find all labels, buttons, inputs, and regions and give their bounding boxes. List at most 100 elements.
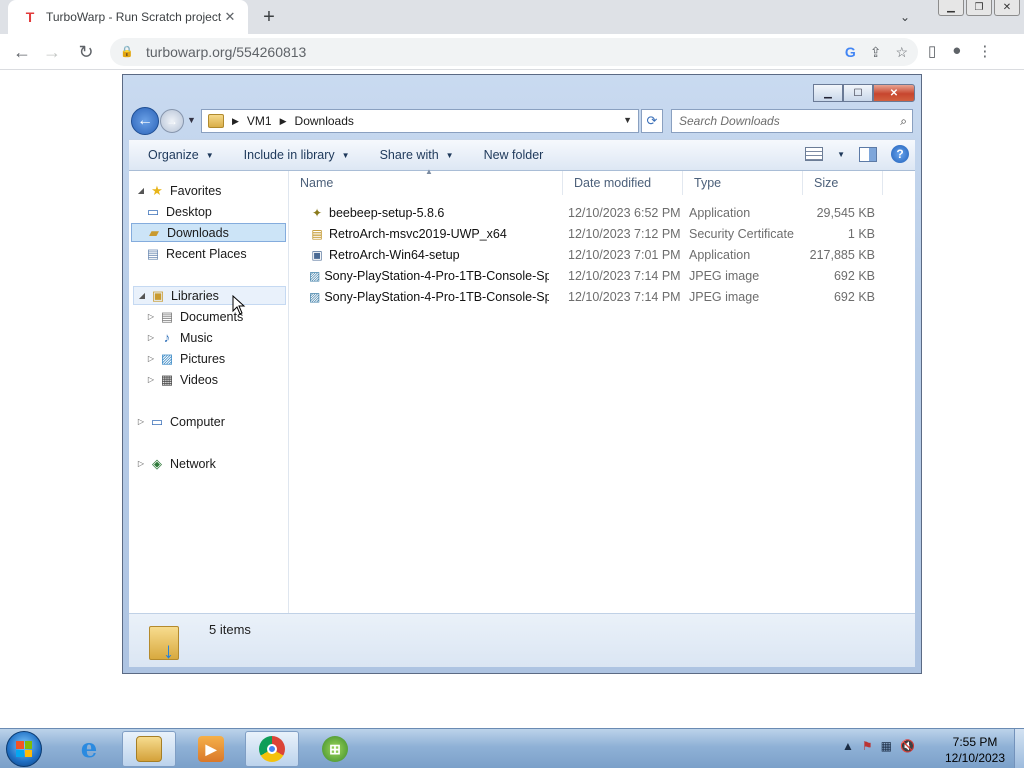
- taskbar-chrome[interactable]: [245, 731, 299, 767]
- nav-network[interactable]: ▷ ◈ Network: [135, 454, 285, 473]
- share-icon[interactable]: ⇪: [870, 44, 882, 61]
- help-icon[interactable]: ?: [891, 145, 909, 163]
- search-input[interactable]: [679, 114, 879, 128]
- expand-arrow-icon[interactable]: ▷: [145, 375, 157, 384]
- taskbar-file-explorer[interactable]: [122, 731, 176, 767]
- forward-arrow-icon[interactable]: →: [40, 40, 64, 64]
- nav-videos-label: Videos: [180, 372, 218, 387]
- image-icon: ▨: [309, 290, 321, 304]
- show-desktop-button[interactable]: [1014, 729, 1024, 768]
- expand-arrow-icon[interactable]: ▷: [135, 459, 147, 468]
- nav-videos[interactable]: ▷ ▦ Videos: [145, 370, 285, 389]
- show-hidden-icons-arrow-icon[interactable]: ▲: [842, 739, 854, 753]
- nav-recent-places[interactable]: ▤ Recent Places: [143, 244, 283, 263]
- profile-avatar-icon[interactable]: ●: [952, 42, 961, 60]
- documents-icon: ▤: [160, 308, 174, 324]
- back-arrow-icon[interactable]: ←: [131, 107, 159, 135]
- search-icon[interactable]: ⌕: [900, 114, 907, 129]
- desktop-icon: ▭: [146, 203, 160, 219]
- details-pane: ↓ 5 items: [129, 613, 915, 667]
- bookmark-star-icon[interactable]: ☆: [895, 44, 908, 61]
- address-dropdown-icon[interactable]: ▼: [623, 115, 632, 125]
- side-panel-icon[interactable]: ▯: [928, 42, 936, 60]
- address-bar[interactable]: 🔒 turbowarp.org/554260813 G ⇪ ☆: [110, 38, 918, 66]
- tab-close-icon[interactable]: ✕: [222, 9, 238, 25]
- file-date: 12/10/2023 6:52 PM: [568, 206, 681, 220]
- file-row[interactable]: ▨ Sony-PlayStation-4-Pro-1TB-Console-Sp..…: [289, 266, 915, 287]
- file-date: 12/10/2023 7:14 PM: [568, 290, 681, 304]
- collapse-arrow-icon[interactable]: ◢: [136, 291, 148, 300]
- change-view-icon[interactable]: [805, 147, 824, 161]
- certificate-icon: ▤: [311, 227, 323, 241]
- action-center-flag-icon[interactable]: ⚑: [862, 739, 873, 753]
- close-icon[interactable]: ✕: [994, 0, 1020, 16]
- system-tray: ▲ ⚑ ▦ 🔇: [842, 739, 915, 753]
- column-header-size[interactable]: Size: [803, 171, 883, 195]
- file-row[interactable]: ▨ Sony-PlayStation-4-Pro-1TB-Console-Sp..…: [289, 287, 915, 308]
- include-in-library-menu[interactable]: Include in library ▼: [225, 140, 361, 170]
- minimize-icon[interactable]: ▁: [813, 84, 843, 102]
- nav-favorites[interactable]: ◢ ★ Favorites: [135, 181, 285, 200]
- nav-documents[interactable]: ▷ ▤ Documents: [145, 307, 285, 326]
- nav-downloads[interactable]: ▰ Downloads: [131, 223, 286, 242]
- view-dropdown-icon[interactable]: ▼: [837, 150, 845, 159]
- back-arrow-icon[interactable]: ←: [10, 40, 34, 64]
- column-header-date-modified[interactable]: Date modified: [563, 171, 683, 195]
- nav-music[interactable]: ▷ ♪ Music: [145, 328, 285, 347]
- file-name: Sony-PlayStation-4-Pro-1TB-Console-Sp...: [324, 290, 549, 304]
- share-with-menu[interactable]: Share with ▼: [361, 140, 465, 170]
- nav-computer[interactable]: ▷ ▭ Computer: [135, 412, 285, 431]
- breadcrumb-downloads[interactable]: Downloads: [295, 114, 354, 128]
- dropdown-arrow-icon: ▼: [341, 150, 350, 160]
- minimize-icon[interactable]: ▁: [938, 0, 964, 16]
- taskbar-windows-app[interactable]: ⊞: [308, 731, 362, 767]
- column-header-name[interactable]: Name ▲: [289, 167, 563, 195]
- taskbar-media-player[interactable]: ▶: [184, 731, 238, 767]
- collapse-arrow-icon[interactable]: ◢: [135, 186, 147, 195]
- forward-arrow-icon[interactable]: →: [160, 109, 184, 133]
- new-folder-button[interactable]: New folder: [465, 140, 555, 170]
- column-header-type[interactable]: Type: [683, 171, 803, 195]
- breadcrumb-separator-icon[interactable]: ▶: [232, 116, 239, 127]
- file-row[interactable]: ✦ beebeep-setup-5.8.6 12/10/2023 6:52 PM …: [289, 203, 915, 224]
- expand-arrow-icon[interactable]: ▷: [145, 333, 157, 342]
- organize-menu[interactable]: Organize ▼: [129, 140, 225, 170]
- taskbar-internet-explorer[interactable]: e: [62, 731, 116, 767]
- preview-pane-icon[interactable]: [859, 146, 877, 162]
- sort-ascending-icon: ▲: [425, 167, 433, 176]
- breadcrumb-separator-icon[interactable]: ▶: [280, 116, 287, 127]
- expand-arrow-icon[interactable]: ▷: [135, 417, 147, 426]
- nav-desktop[interactable]: ▭ Desktop: [143, 202, 283, 221]
- close-icon[interactable]: ✕: [873, 84, 915, 102]
- refresh-icon[interactable]: ⟳: [641, 109, 663, 133]
- volume-muted-icon[interactable]: 🔇: [900, 739, 915, 753]
- item-count: 5 items: [209, 622, 251, 637]
- breadcrumb-vm1[interactable]: VM1: [247, 114, 272, 128]
- file-row[interactable]: ▤ RetroArch-msvc2019-UWP_x64 12/10/2023 7…: [289, 224, 915, 245]
- recent-pages-dropdown-icon[interactable]: ▼: [187, 115, 196, 125]
- explorer-address-bar[interactable]: ▶ VM1 ▶ Downloads ▼: [201, 109, 639, 133]
- maximize-icon[interactable]: ☐: [843, 84, 873, 102]
- libraries-icon: ▣: [151, 287, 165, 303]
- nav-pictures-label: Pictures: [180, 351, 226, 366]
- column-size-label: Size: [814, 176, 839, 190]
- reload-icon[interactable]: ↻: [74, 40, 98, 64]
- restore-icon[interactable]: ❐: [966, 0, 992, 16]
- nav-pictures[interactable]: ▷ ▨ Pictures: [145, 349, 285, 368]
- expand-arrow-icon[interactable]: ▷: [145, 354, 157, 363]
- browser-toolbar: ← → ↻ 🔒 turbowarp.org/554260813 G ⇪ ☆ ▯ …: [0, 34, 1024, 70]
- installer-icon: ✦: [311, 206, 323, 220]
- menu-kebab-icon[interactable]: ⋮: [977, 42, 992, 60]
- tab-title: TurboWarp - Run Scratch project: [46, 10, 222, 24]
- new-tab-button[interactable]: +: [258, 6, 280, 28]
- google-icon[interactable]: G: [845, 44, 856, 61]
- system-clock[interactable]: 7:55 PM 12/10/2023: [942, 734, 1008, 766]
- file-row[interactable]: ▣ RetroArch-Win64-setup 12/10/2023 7:01 P…: [289, 245, 915, 266]
- expand-arrow-icon[interactable]: ▷: [145, 312, 157, 321]
- tab-search-chevron-icon[interactable]: ⌄: [896, 8, 914, 26]
- browser-tab[interactable]: T TurboWarp - Run Scratch project ✕: [8, 0, 248, 34]
- application-icon: ▣: [311, 248, 323, 262]
- network-status-icon[interactable]: ▦: [881, 739, 892, 753]
- start-button[interactable]: [6, 731, 42, 767]
- nav-libraries[interactable]: ◢ ▣ Libraries: [133, 286, 286, 305]
